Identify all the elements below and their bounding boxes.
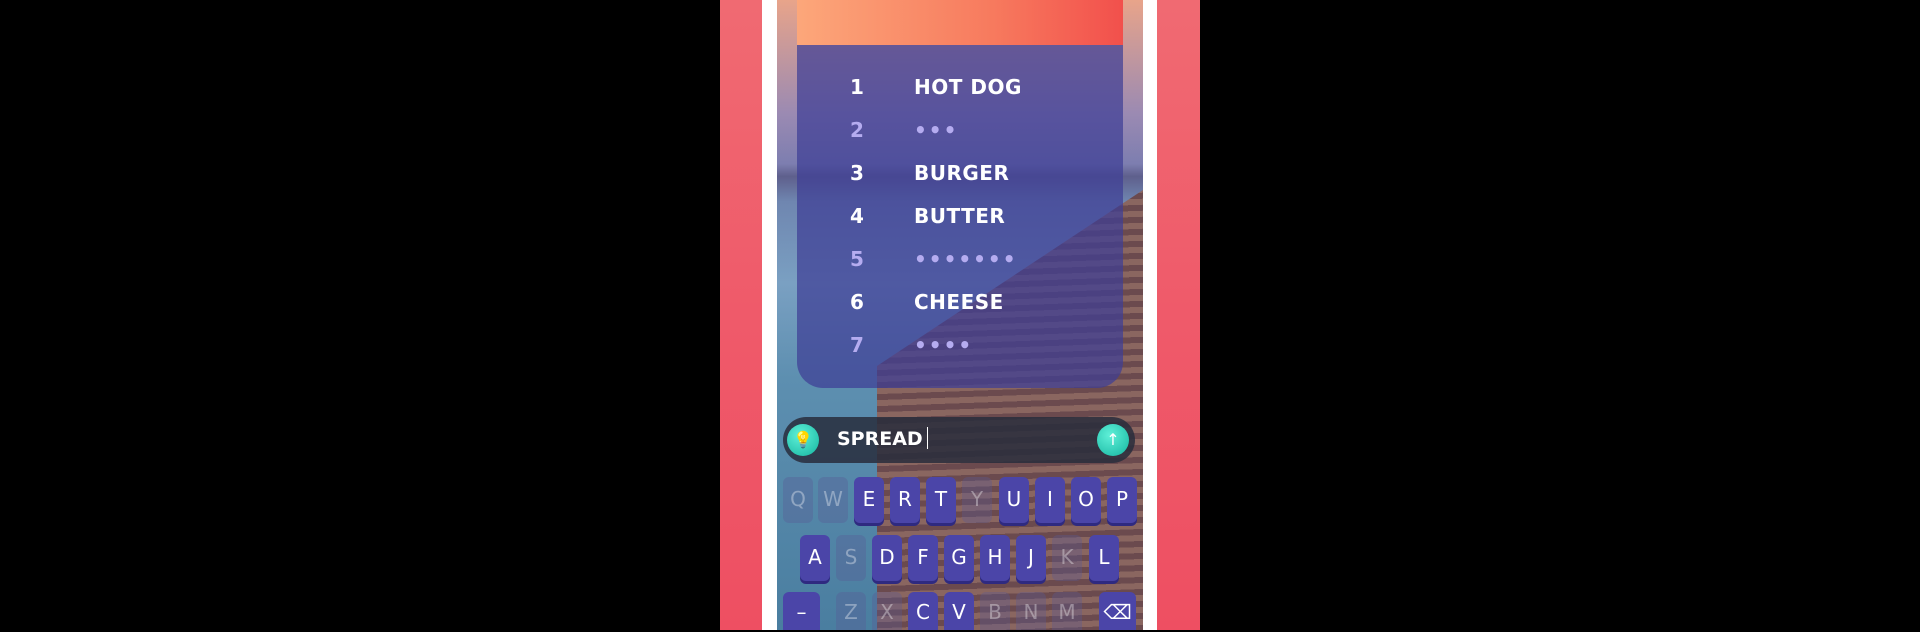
left-decor-panel — [720, 0, 762, 630]
answer-number: 4 — [850, 204, 864, 228]
key-j[interactable]: J — [1016, 535, 1046, 581]
backspace-key[interactable]: ⌫ — [1099, 592, 1136, 630]
key-v[interactable]: V — [944, 592, 974, 630]
key-z[interactable]: Z — [836, 592, 866, 630]
key-l[interactable]: L — [1089, 535, 1119, 581]
answer-number: 7 — [850, 333, 864, 357]
key-r[interactable]: R — [890, 477, 920, 523]
key-h[interactable]: H — [980, 535, 1010, 581]
answer-word: ••• — [914, 118, 959, 142]
answer-row: 2 ••• — [797, 118, 1123, 148]
key-f[interactable]: F — [908, 535, 938, 581]
answer-row: 7 •••• — [797, 333, 1123, 363]
question-header — [797, 0, 1123, 45]
answer-number: 5 — [850, 247, 864, 271]
key-x[interactable]: X — [872, 592, 902, 630]
answer-word: CHEESE — [914, 290, 1004, 314]
right-decor-panel — [1157, 0, 1200, 630]
key-k[interactable]: K — [1052, 535, 1082, 581]
answer-word: BURGER — [914, 161, 1010, 185]
right-frame — [1143, 0, 1157, 630]
key-t[interactable]: T — [926, 477, 956, 523]
arrow-up-icon[interactable]: ↑ — [1097, 424, 1129, 456]
key-i[interactable]: I — [1035, 477, 1065, 523]
key-b[interactable]: B — [980, 592, 1010, 630]
key-g[interactable]: G — [944, 535, 974, 581]
answer-row: 4 BUTTER — [797, 204, 1123, 234]
key-o[interactable]: O — [1071, 477, 1101, 523]
answer-number: 3 — [850, 161, 864, 185]
answer-row: 5 ••••••• — [797, 247, 1123, 277]
answer-number: 1 — [850, 75, 864, 99]
answer-row: 6 CHEESE — [797, 290, 1123, 320]
answer-number: 2 — [850, 118, 864, 142]
stage: 1 HOT DOG 2 ••• 3 BURGER 4 BUTTER 5 ••••••• 6 CHEES… — [0, 0, 1920, 630]
lightbulb-icon[interactable]: 💡 — [787, 424, 819, 456]
key-y[interactable]: Y — [962, 477, 992, 523]
key-w[interactable]: W — [818, 477, 848, 523]
answers-panel: 1 HOT DOG 2 ••• 3 BURGER 4 BUTTER 5 ••••••• 6 CHEES… — [797, 45, 1123, 388]
dash-key[interactable]: – — [783, 592, 820, 630]
guess-input[interactable]: SPREAD — [837, 427, 928, 450]
key-d[interactable]: D — [872, 535, 902, 581]
guess-input-bar[interactable]: 💡 SPREAD ↑ — [783, 417, 1135, 463]
answer-word: BUTTER — [914, 204, 1006, 228]
key-m[interactable]: M — [1052, 592, 1082, 630]
key-s[interactable]: S — [836, 535, 866, 581]
answer-word: HOT DOG — [914, 75, 1022, 99]
key-q[interactable]: Q — [783, 477, 813, 523]
answer-word: ••••••• — [914, 247, 1018, 271]
key-c[interactable]: C — [908, 592, 938, 630]
key-e[interactable]: E — [854, 477, 884, 523]
key-p[interactable]: P — [1107, 477, 1137, 523]
answer-row: 3 BURGER — [797, 161, 1123, 191]
answer-number: 6 — [850, 290, 864, 314]
key-a[interactable]: A — [800, 535, 830, 581]
game-screen: 1 HOT DOG 2 ••• 3 BURGER 4 BUTTER 5 ••••••• 6 CHEES… — [777, 0, 1143, 630]
key-u[interactable]: U — [999, 477, 1029, 523]
answer-row: 1 HOT DOG — [797, 75, 1123, 105]
left-frame — [762, 0, 777, 630]
answer-word: •••• — [914, 333, 974, 357]
key-n[interactable]: N — [1016, 592, 1046, 630]
